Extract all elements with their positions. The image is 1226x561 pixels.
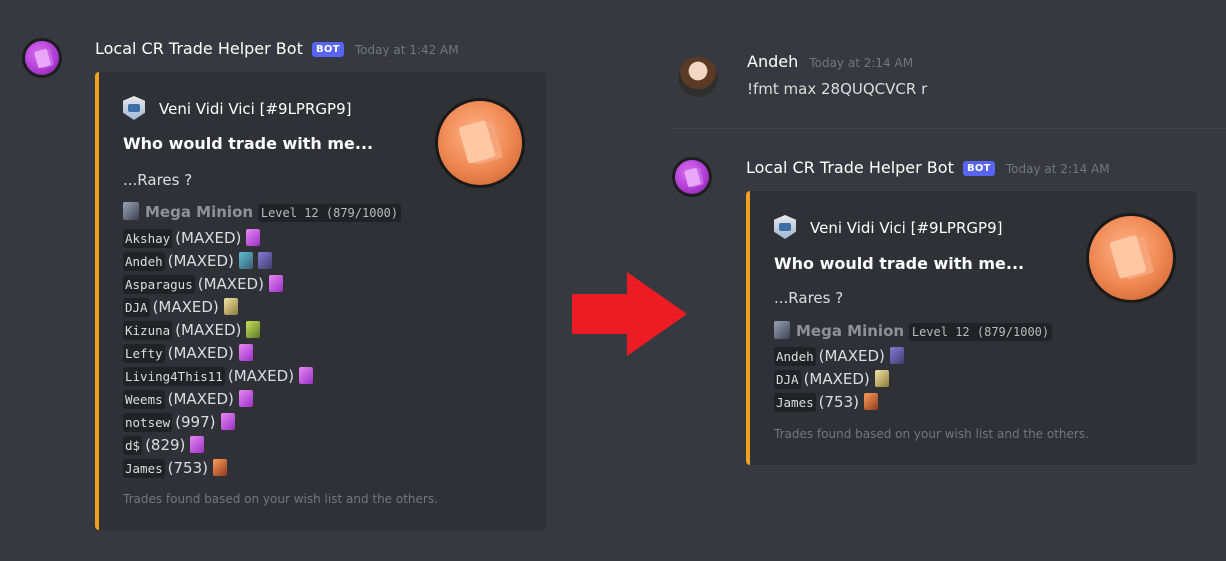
card-icon (212, 459, 227, 476)
author-name[interactable]: Local CR Trade Helper Bot (746, 158, 954, 177)
mega-minion-icon (123, 202, 139, 220)
rare-card-icon (238, 390, 253, 407)
author-name[interactable]: Andeh (747, 52, 798, 71)
embed-description: ...Rares ? (774, 289, 844, 307)
card-level: Level 12 (879/1000) (908, 323, 1053, 341)
rare-card-icon (238, 344, 253, 361)
card-level: Level 12 (879/1000) (257, 204, 402, 222)
clan-badge-icon (774, 215, 796, 239)
list-item: James (753) (123, 457, 313, 480)
list-item: Lefty (MAXED) (123, 342, 313, 365)
list-item: Andeh (MAXED) (123, 250, 313, 273)
embed: Veni Vidi Vici [#9LPRGP9] Who would trad… (746, 191, 1197, 465)
bot-avatar[interactable] (22, 38, 62, 78)
clan-badge-icon (123, 96, 145, 120)
list-item: Akshay (MAXED) (123, 227, 313, 250)
message-header: Local CR Trade Helper Bot BOT Today at 1… (95, 39, 459, 58)
mega-minion-icon (774, 321, 790, 339)
card-icon (34, 48, 51, 69)
embed-author: Veni Vidi Vici [#9LPRGP9] (123, 96, 351, 120)
trade-list: Akshay (MAXED) Andeh (MAXED) Asparagus (MAX… (123, 227, 314, 480)
rare-card-icon (220, 413, 235, 430)
message-content: !fmt max 28QUQCVCR r (747, 80, 928, 98)
arrow-right-icon (572, 272, 687, 356)
list-item: d$ (829) (123, 434, 313, 457)
card-icon (223, 298, 238, 315)
card-icon (889, 347, 904, 364)
embed-title: Who would trade with me... (123, 134, 374, 153)
embed: Veni Vidi Vici [#9LPRGP9] Who would trad… (95, 72, 546, 530)
rare-card-icon (246, 229, 261, 246)
user-avatar[interactable] (678, 57, 718, 97)
list-item: notsew (997) (123, 411, 313, 434)
list-item: Andeh (MAXED) (774, 345, 904, 368)
list-item: Asparagus (MAXED) (123, 273, 313, 296)
list-item: James (753) (774, 391, 904, 414)
embed-thumbnail-coin[interactable] (435, 98, 525, 188)
trade-list: Andeh (MAXED) DJA (MAXED) James (753) (774, 345, 904, 414)
message-divider (672, 128, 1226, 129)
card-icon (246, 321, 261, 338)
card-icon (257, 252, 272, 269)
card-icon (863, 393, 878, 410)
bot-tag: BOT (311, 42, 344, 57)
card-info: Mega Minion Level 12 (879/1000) (774, 321, 1053, 341)
timestamp[interactable]: Today at 2:14 AM (809, 56, 913, 70)
list-item: Kizuna (MAXED) (123, 319, 313, 342)
card-icon (874, 370, 889, 387)
list-item: DJA (MAXED) (774, 368, 904, 391)
author-name[interactable]: Local CR Trade Helper Bot (95, 39, 303, 58)
cards-icon (458, 119, 496, 165)
list-item: Weems (MAXED) (123, 388, 313, 411)
rare-card-icon (299, 367, 314, 384)
message-header: Andeh Today at 2:14 AM (747, 52, 913, 71)
embed-footer: Trades found based on your wish list and… (123, 492, 438, 506)
bot-tag: BOT (962, 161, 995, 176)
card-info: Mega Minion Level 12 (879/1000) (123, 202, 402, 222)
card-icon (238, 252, 253, 269)
card-icon (684, 167, 701, 188)
rare-card-icon (190, 436, 205, 453)
cards-icon (1109, 234, 1147, 280)
timestamp[interactable]: Today at 2:14 AM (1006, 162, 1110, 176)
card-name: Mega Minion (145, 203, 254, 221)
embed-thumbnail-coin[interactable] (1086, 213, 1176, 303)
embed-footer: Trades found based on your wish list and… (774, 427, 1089, 441)
embed-description: ...Rares ? (123, 171, 193, 189)
list-item: Living4This11 (MAXED) (123, 365, 314, 388)
embed-author: Veni Vidi Vici [#9LPRGP9] (774, 215, 1002, 239)
timestamp[interactable]: Today at 1:42 AM (355, 43, 459, 57)
embed-title: Who would trade with me... (774, 254, 1025, 273)
rare-card-icon (268, 275, 283, 292)
list-item: DJA (MAXED) (123, 296, 313, 319)
message-header: Local CR Trade Helper Bot BOT Today at 2… (746, 158, 1110, 177)
card-name: Mega Minion (796, 322, 905, 340)
bot-avatar[interactable] (672, 157, 712, 197)
